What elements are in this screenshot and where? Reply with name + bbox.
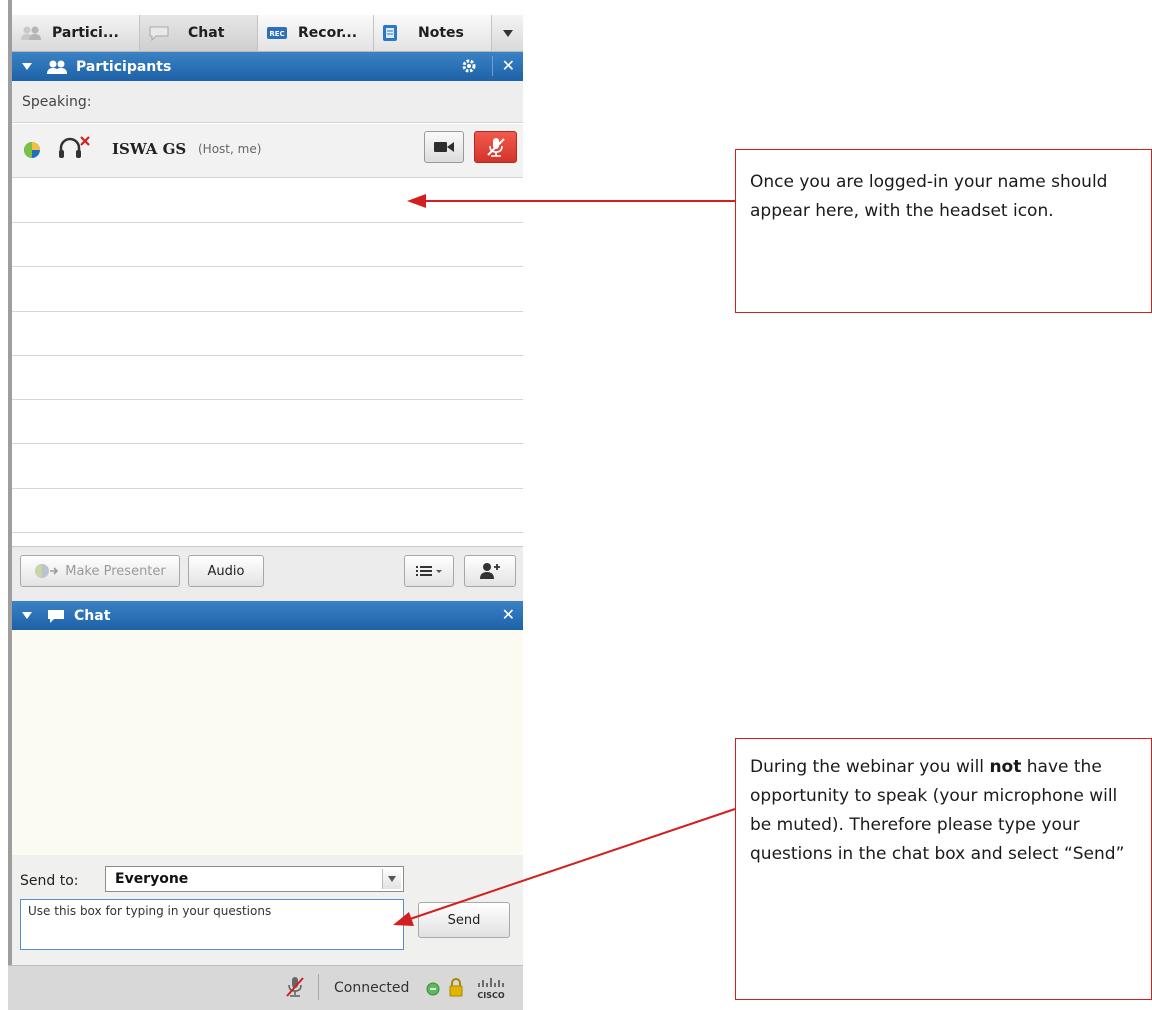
send-to-dropdown[interactable]: Everyone	[105, 866, 404, 892]
header-separator	[492, 56, 493, 76]
close-icon[interactable]: ✕	[502, 605, 515, 624]
participants-panel-header[interactable]: Participants ✕	[12, 52, 523, 81]
invite-participant-button[interactable]	[464, 555, 516, 587]
presenter-globe-icon	[24, 142, 40, 158]
panel-tab-bar: Partici... Chat REC Recor... Notes	[12, 15, 523, 52]
participants-panel-title: Participants	[76, 58, 172, 75]
audio-label: Audio	[207, 563, 245, 579]
add-person-icon	[480, 563, 500, 579]
send-button-label: Send	[447, 912, 481, 928]
cisco-logo-icon: CISCO	[477, 978, 505, 1000]
close-icon[interactable]: ✕	[502, 56, 515, 75]
empty-participant-row	[12, 444, 523, 489]
recorder-icon: REC	[267, 27, 287, 39]
audio-button[interactable]: Audio	[188, 555, 264, 587]
notes-icon	[383, 25, 397, 41]
svg-text:REC: REC	[269, 30, 284, 38]
tab-overflow-dropdown[interactable]	[492, 15, 523, 51]
webex-panel: Partici... Chat REC Recor... Notes Parti…	[8, 0, 523, 1010]
gear-icon[interactable]	[461, 58, 477, 74]
speaking-callout-text-1: During the webinar you will	[750, 757, 990, 777]
tab-label: Notes	[418, 25, 464, 41]
empty-participant-row	[12, 488, 523, 533]
participants-icon	[21, 26, 41, 40]
login-callout-text: Once you are logged-in your name should …	[750, 172, 1108, 221]
video-button[interactable]	[424, 131, 464, 163]
chat-compose-area: Send to: Everyone Use this box for typin…	[12, 855, 523, 965]
speaking-callout: During the webinar you will not have the…	[735, 738, 1152, 1000]
chat-bubble-icon	[48, 609, 64, 623]
chevron-down-icon	[502, 29, 513, 37]
empty-participant-row	[12, 355, 523, 400]
speaking-label: Speaking:	[22, 93, 92, 110]
empty-participant-row	[12, 311, 523, 356]
status-divider	[318, 974, 319, 1000]
tab-label: Partici...	[52, 25, 119, 41]
tab-label: Recor...	[298, 25, 358, 41]
muted-microphone-icon	[487, 138, 505, 157]
lock-icon	[449, 978, 463, 997]
video-camera-icon	[434, 142, 454, 152]
muted-microphone-icon[interactable]	[284, 975, 306, 999]
svg-text:CISCO: CISCO	[477, 991, 504, 1000]
participants-icon	[47, 60, 67, 74]
chat-bubble-icon	[149, 26, 169, 41]
tab-notes[interactable]: Notes	[374, 15, 492, 51]
chat-panel-header[interactable]: Chat ✕	[12, 601, 523, 630]
participant-name: ISWA GS	[112, 140, 187, 158]
status-bar: Connected CISCO	[8, 965, 523, 1010]
mute-microphone-button[interactable]	[474, 131, 517, 163]
tab-label: Chat	[188, 25, 225, 41]
tab-chat[interactable]: Chat	[140, 15, 258, 51]
connection-status-text: Connected	[334, 980, 410, 996]
list-options-button[interactable]	[404, 555, 454, 587]
participants-toolbar: Make Presenter Audio	[12, 546, 523, 602]
make-presenter-label: Make Presenter	[65, 563, 166, 579]
empty-participant-row	[12, 399, 523, 444]
make-presenter-icon	[35, 564, 59, 578]
participants-list: Speaking: ISWA GS (Host, me)	[12, 81, 523, 546]
empty-participant-row	[12, 222, 523, 267]
collapse-triangle-icon[interactable]	[22, 63, 32, 70]
chevron-down-icon	[388, 876, 396, 882]
empty-participant-row	[12, 178, 523, 223]
chat-message-input[interactable]: Use this box for typing in your question…	[20, 899, 404, 950]
make-presenter-button[interactable]: Make Presenter	[20, 555, 180, 587]
participant-role: (Host, me)	[198, 142, 262, 156]
send-button[interactable]: Send	[418, 902, 510, 938]
send-to-label: Send to:	[20, 873, 79, 889]
chat-input-text: Use this box for typing in your question…	[28, 904, 272, 918]
empty-participant-row	[12, 267, 523, 312]
headset-icon	[59, 136, 90, 158]
collapse-triangle-icon[interactable]	[22, 612, 32, 619]
send-to-value: Everyone	[115, 871, 189, 887]
dropdown-arrow-icon[interactable]	[382, 869, 401, 889]
connection-indicator-icon	[426, 982, 440, 996]
speaking-callout-emphasis: not	[989, 757, 1022, 777]
list-icon	[416, 566, 442, 576]
chat-panel-title: Chat	[74, 607, 111, 624]
tab-recorder[interactable]: REC Recor...	[258, 15, 374, 51]
participant-row-me[interactable]: ISWA GS (Host, me)	[12, 124, 523, 178]
login-callout: Once you are logged-in your name should …	[735, 149, 1152, 313]
speaking-row: Speaking:	[12, 81, 523, 123]
tab-participants[interactable]: Partici...	[12, 15, 140, 51]
